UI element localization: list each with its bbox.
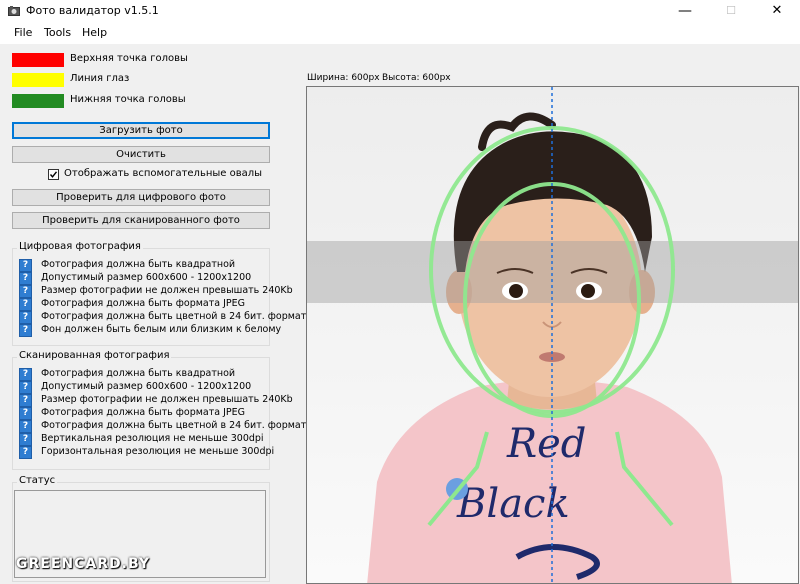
legend-swatch-green	[12, 94, 64, 108]
title-bar: Фото валидатор v1.5.1 — ☐ ✕	[0, 0, 800, 22]
question-icon: ?	[19, 420, 32, 433]
maximize-button[interactable]: ☐	[708, 0, 754, 22]
question-icon: ?	[19, 324, 32, 337]
show-ovals-label: Отображать вспомогательные овалы	[64, 168, 263, 179]
requirement-label: Фон должен быть белым или близким к бело…	[41, 324, 282, 335]
clear-button[interactable]: Очистить	[12, 146, 270, 163]
group-title: Сканированная фотография	[17, 350, 172, 361]
right-pupil	[581, 284, 595, 298]
scanned-photo-group: Сканированная фотография ? Фотография дол…	[12, 350, 312, 470]
requirement-label: Допустимый размер 600x600 - 1200x1200	[41, 381, 252, 392]
requirement-label: Горизонтальная резолюция не меньше 300dp…	[41, 446, 275, 457]
question-icon: ?	[19, 407, 32, 420]
load-photo-button[interactable]: Загрузить фото	[12, 122, 270, 139]
window-title: Фото валидатор v1.5.1	[26, 4, 159, 17]
app-icon	[8, 6, 20, 16]
requirement-label: Фотография должна быть квадратной	[41, 368, 236, 379]
requirement-label: Размер фотографии не должен превышать 24…	[41, 394, 293, 405]
legend-label: Линия глаз	[70, 73, 130, 84]
check-scanned-button[interactable]: Проверить для сканированного фото	[12, 212, 270, 229]
requirement-label: Фотография должна быть цветной в 24 бит.…	[41, 420, 313, 431]
group-title: Статус	[17, 475, 58, 486]
eye-line-band	[307, 241, 798, 303]
question-icon: ?	[19, 311, 32, 324]
minimize-button[interactable]: —	[662, 0, 708, 22]
question-icon: ?	[19, 394, 32, 407]
legend-label: Нижняя точка головы	[70, 94, 186, 105]
question-icon: ?	[19, 446, 32, 459]
requirement-label: Размер фотографии не должен превышать 24…	[41, 285, 293, 296]
question-icon: ?	[19, 368, 32, 381]
show-ovals-checkbox[interactable]	[48, 169, 59, 180]
requirement-label: Вертикальная резолюция не меньше 300dpi	[41, 433, 264, 444]
legend-swatch-red	[12, 53, 64, 67]
image-height-label: Высота: 600px	[382, 73, 451, 83]
question-icon: ?	[19, 285, 32, 298]
photo-canvas: Red Black	[307, 87, 798, 583]
legend-swatch-yellow	[12, 73, 64, 87]
shirt-text-red: Red	[506, 421, 586, 467]
group-title: Цифровая фотография	[17, 241, 143, 252]
requirement-label: Фотография должна быть формата JPEG	[41, 298, 246, 309]
menu-help[interactable]: Help	[82, 26, 107, 39]
requirement-label: Фотография должна быть квадратной	[41, 259, 236, 270]
check-digital-button[interactable]: Проверить для цифрового фото	[12, 189, 270, 206]
left-pupil	[509, 284, 523, 298]
question-icon: ?	[19, 433, 32, 446]
requirement-label: Фотография должна быть формата JPEG	[41, 407, 246, 418]
checkmark-icon	[49, 171, 58, 178]
requirement-label: Допустимый размер 600x600 - 1200x1200	[41, 272, 252, 283]
close-button[interactable]: ✕	[754, 0, 800, 22]
question-icon: ?	[19, 259, 32, 272]
requirement-label: Фотография должна быть цветной в 24 бит.…	[41, 311, 313, 322]
question-icon: ?	[19, 381, 32, 394]
image-width-label: Ширина: 600px	[307, 73, 380, 83]
watermark: GREENCARD.BY	[16, 556, 150, 572]
menu-tools[interactable]: Tools	[44, 26, 71, 39]
digital-photo-group: Цифровая фотография ? Фотография должна б…	[12, 241, 312, 346]
question-icon: ?	[19, 272, 32, 285]
question-icon: ?	[19, 298, 32, 311]
photo-preview[interactable]: Red Black	[306, 86, 799, 584]
legend-label: Верхняя точка головы	[70, 53, 188, 64]
menu-bar: File Tools Help	[0, 22, 800, 44]
menu-file[interactable]: File	[14, 26, 32, 39]
